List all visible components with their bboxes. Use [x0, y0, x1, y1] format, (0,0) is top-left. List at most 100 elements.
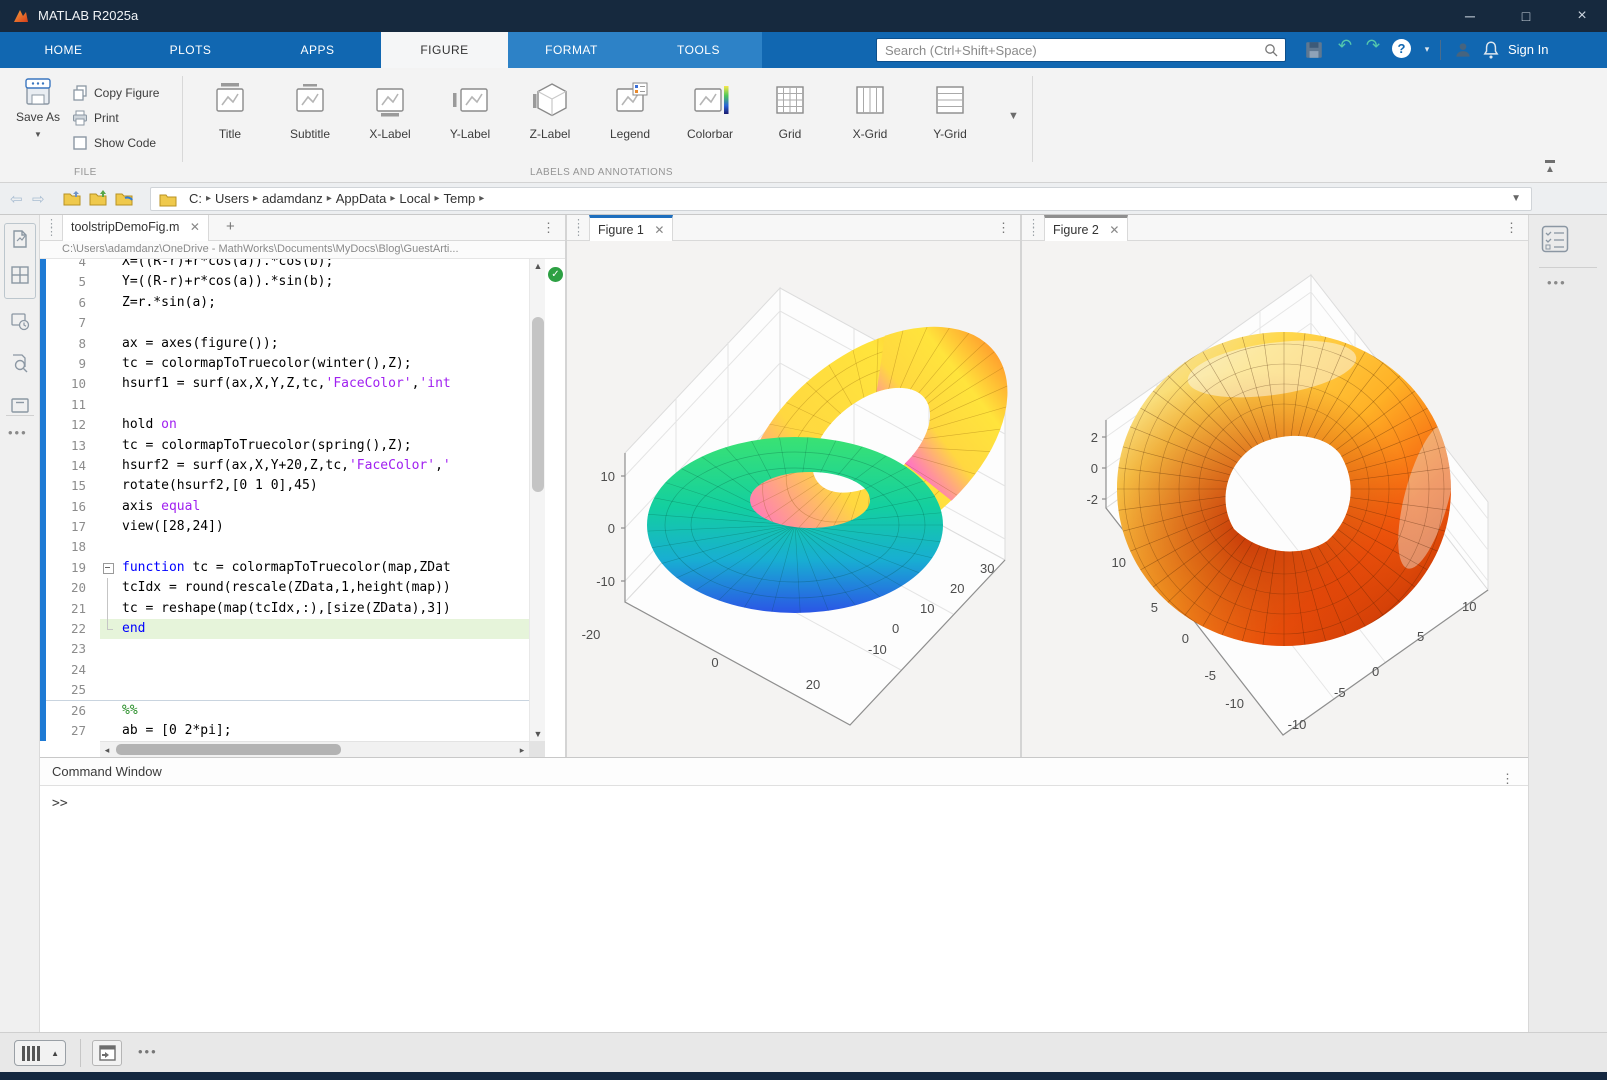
panel-icon[interactable] — [10, 395, 30, 415]
help-dropdown-icon[interactable]: ▾ — [1416, 44, 1438, 64]
breadcrumb-item-appdata[interactable]: AppData — [332, 191, 391, 206]
toolstrip-button-ylabel[interactable]: Y-Label — [430, 76, 510, 158]
toolstrip-button-colorbar[interactable]: Colorbar — [670, 76, 750, 158]
command-prompt[interactable]: >> — [52, 796, 68, 811]
code-editor[interactable]: 4X=((R-r)+r*cos(a)).*cos(b);5Y=((R-r)+r*… — [40, 259, 565, 741]
code-token: , — [435, 458, 443, 473]
save-icon[interactable] — [1303, 40, 1325, 60]
toolstrip-button-zlabel[interactable]: Z-Label — [510, 76, 590, 158]
close-tab-icon[interactable]: ✕ — [654, 223, 664, 237]
ribbon-tab-tools[interactable]: TOOLS — [635, 32, 762, 68]
toolstrip-button-xlabel[interactable]: X-Label — [350, 76, 430, 158]
code-fold-icon[interactable] — [100, 558, 116, 578]
recent-files-icon[interactable] — [10, 311, 30, 331]
fig1-ztick: 0 — [608, 521, 615, 536]
editor-tab[interactable]: toolstripDemoFig.m ✕ — [62, 215, 209, 241]
title-bar: MATLAB R2025a ─ □ × — [0, 0, 1607, 32]
scrollbar-thumb[interactable] — [532, 317, 544, 492]
breadcrumb-item-c[interactable]: C: — [185, 191, 206, 206]
toolstrip-button-label: Y-Grid — [910, 127, 990, 141]
line-number: 20 — [46, 578, 100, 598]
toolstrip-button-title[interactable]: Title — [190, 76, 270, 158]
search-input[interactable] — [885, 40, 1255, 60]
line-number: 23 — [46, 639, 100, 659]
close-button[interactable]: × — [1557, 0, 1607, 32]
new-folder-icon[interactable] — [62, 189, 82, 207]
command-window-actions-icon[interactable]: ⋮ — [1501, 765, 1514, 793]
help-icon[interactable]: ? — [1392, 39, 1411, 58]
ribbon-tab-apps[interactable]: APPS — [254, 32, 381, 68]
gallery-dropdown-icon[interactable]: ▼ — [1008, 110, 1019, 122]
file-path: C:\Users\adamdanz\OneDrive - MathWorks\D… — [40, 241, 565, 259]
figure1-canvas[interactable]: 10 0 -10 -20 0 20 -10 0 10 20 30 — [567, 241, 1020, 757]
close-tab-icon[interactable]: ✕ — [190, 220, 200, 234]
close-tab-icon[interactable]: ✕ — [1109, 223, 1119, 237]
toolstrip-button-ygrid[interactable]: Y-Grid — [910, 76, 990, 158]
breadcrumb-field[interactable]: C:▸Users▸adamdanz▸AppData▸Local▸Temp▸ ▼ — [150, 187, 1532, 211]
breadcrumb-item-users[interactable]: Users — [211, 191, 253, 206]
figure1-tab[interactable]: Figure 1 ✕ — [589, 215, 673, 241]
layout-grid-icon[interactable] — [10, 265, 30, 285]
hscrollbar-thumb[interactable] — [116, 744, 341, 755]
scroll-left-icon[interactable]: ◂ — [100, 742, 114, 758]
horizontal-scrollbar[interactable]: ◂ ▸ — [100, 741, 529, 757]
ribbon-tab-plots[interactable]: PLOTS — [127, 32, 254, 68]
drag-handle-icon[interactable]: ⋮⋮ — [573, 220, 584, 236]
line-number: 16 — [46, 497, 100, 517]
breadcrumb-item-temp[interactable]: Temp — [440, 191, 480, 206]
popout-window-button[interactable] — [92, 1040, 122, 1066]
find-files-icon[interactable] — [10, 353, 30, 373]
scroll-right-icon[interactable]: ▸ — [515, 742, 529, 758]
editor-actions-icon[interactable]: ⋮ — [542, 220, 555, 236]
toolstrip-print-button[interactable]: Print — [72, 105, 182, 130]
drag-handle-icon[interactable]: ⋮⋮ — [46, 220, 57, 236]
more-panels-icon[interactable]: ••• — [8, 425, 28, 440]
toolstrip-show-code-button[interactable]: Show Code — [72, 130, 182, 155]
property-inspector-icon[interactable] — [1541, 225, 1569, 253]
figure2-tab[interactable]: Figure 2 ✕ — [1044, 215, 1128, 241]
code-line-4: 4X=((R-r)+r*cos(a)).*cos(b); — [46, 259, 529, 272]
more-options-icon[interactable]: ••• — [1547, 275, 1567, 290]
sign-in-link[interactable]: Sign In — [1508, 42, 1548, 57]
new-tab-icon[interactable]: + — [226, 218, 235, 235]
toolstrip-button-subtitle[interactable]: Subtitle — [270, 76, 350, 158]
scroll-down-icon[interactable]: ▼ — [530, 729, 546, 739]
figure2-actions-icon[interactable]: ⋮ — [1505, 220, 1518, 236]
search-icon[interactable] — [1264, 43, 1279, 58]
scroll-up-icon[interactable]: ▲ — [530, 261, 546, 271]
toolstrip-button-legend[interactable]: Legend — [590, 76, 670, 158]
code-text: function tc = colormapToTruecolor(map,ZD… — [116, 558, 451, 578]
undo-icon[interactable]: ↶ — [1334, 36, 1356, 56]
toolstrip-copy-figure-button[interactable]: Copy Figure — [72, 80, 182, 105]
browse-folder-icon[interactable] — [114, 189, 134, 207]
breadcrumb-dropdown-icon[interactable]: ▼ — [1511, 193, 1521, 204]
ribbon-tab-format[interactable]: FORMAT — [508, 32, 635, 68]
panel-layout-button[interactable]: ▲ — [14, 1040, 66, 1066]
toolstrip-button-grid[interactable]: Grid — [750, 76, 830, 158]
editor-document-icon[interactable] — [10, 229, 30, 249]
code-analyzer-check-icon[interactable]: ✓ — [548, 267, 563, 282]
community-icon[interactable] — [1452, 40, 1474, 60]
figure2-canvas[interactable]: 2 0 -2 10 5 0 -5 -10 -10 -5 0 5 10 — [1022, 241, 1528, 757]
toolstrip-button-xgrid[interactable]: X-Grid — [830, 76, 910, 158]
code-text: ax = axes(figure()); — [116, 334, 279, 354]
fold-gutter — [100, 259, 116, 272]
ribbon-tab-figure[interactable]: FIGURE — [381, 32, 508, 68]
notifications-icon[interactable] — [1480, 40, 1502, 60]
up-folder-icon[interactable] — [88, 189, 108, 207]
status-more-icon[interactable]: ••• — [138, 1044, 158, 1059]
breadcrumb-item-adamdanz[interactable]: adamdanz — [258, 191, 327, 206]
ribbon-tab-home[interactable]: HOME — [0, 32, 127, 68]
back-icon[interactable]: ⇦ — [10, 190, 23, 208]
minimize-button[interactable]: ─ — [1445, 0, 1495, 32]
maximize-button[interactable]: □ — [1501, 0, 1551, 32]
redo-icon[interactable]: ↷ — [1362, 36, 1384, 56]
drag-handle-icon[interactable]: ⋮⋮ — [1028, 220, 1039, 236]
save-as-button[interactable]: Save As ▼ — [10, 78, 66, 154]
collapse-ribbon-icon[interactable]: ▬▲ — [1545, 156, 1555, 174]
figure1-actions-icon[interactable]: ⋮ — [997, 220, 1010, 236]
breadcrumb-item-local[interactable]: Local — [395, 191, 434, 206]
toolstrip: Save As ▼ Copy FigurePrintShow Code FILE… — [0, 68, 1607, 183]
forward-icon[interactable]: ⇨ — [32, 190, 45, 208]
vertical-scrollbar[interactable]: ▲ ▼ — [529, 259, 545, 741]
